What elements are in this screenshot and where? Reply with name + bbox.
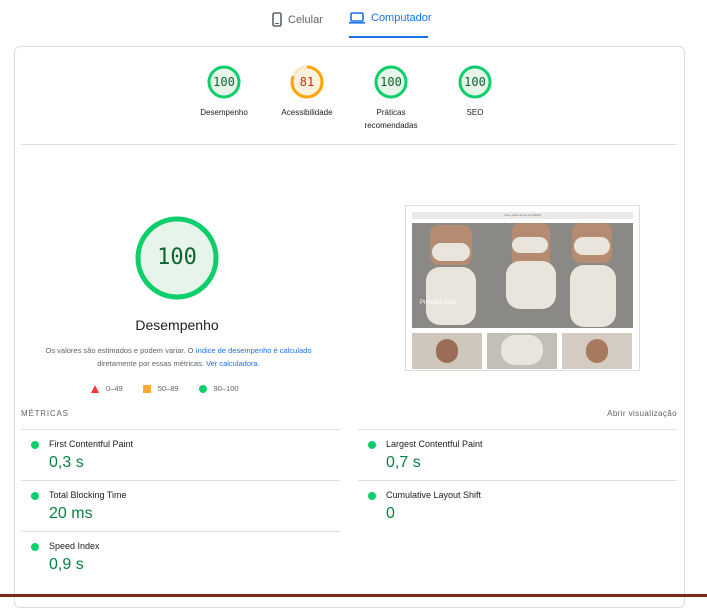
gauge-score: 100 — [213, 75, 235, 89]
gauge-desempenho[interactable]: 100 Desempenho — [184, 65, 264, 119]
legend-item-good: 90–100 — [198, 384, 239, 393]
tab-computador-label: Computador — [371, 12, 432, 24]
product-thumbnail — [487, 333, 557, 369]
metric-name: Speed Index — [49, 541, 100, 551]
performance-title: Desempenho — [135, 317, 219, 333]
legend-range: 0–49 — [106, 384, 123, 393]
tab-celular-label: Celular — [288, 13, 323, 26]
good-circle-icon — [368, 441, 376, 449]
good-circle-icon — [31, 441, 39, 449]
legend-range: 50–89 — [157, 384, 179, 393]
gauge-label: Desempenho — [200, 108, 248, 117]
metric-cls[interactable]: Cumulative Layout Shift 0 — [358, 480, 677, 531]
expand-view-button[interactable]: Abrir visualização — [607, 409, 677, 418]
product-thumbnail — [412, 333, 482, 369]
laptop-icon — [349, 12, 365, 24]
active-tab-indicator — [349, 36, 428, 38]
gauge-praticas-recomendadas[interactable]: 100 Práticas recomendadas — [351, 65, 431, 132]
gauge-score: 100 — [380, 75, 402, 89]
smartphone-icon — [272, 12, 282, 27]
metric-value: 20 ms — [49, 505, 93, 522]
metric-value: 0,9 s — [49, 556, 84, 573]
metric-fcp[interactable]: First Contentful Paint 0,3 s — [21, 429, 340, 480]
banner-text: frete grátis acima de R$299 — [504, 213, 541, 217]
legend-item-average: 50–89 — [142, 384, 179, 393]
performance-score-link[interactable]: índice de desempenho é calculado — [196, 346, 312, 355]
divider — [21, 144, 677, 145]
triangle-icon — [91, 384, 99, 393]
metric-name: Cumulative Layout Shift — [386, 490, 482, 500]
device-tabs: Celular Computador — [0, 0, 707, 40]
score-legend: 0–49 50–89 90–100 — [91, 384, 239, 393]
metric-name: First Contentful Paint — [49, 439, 134, 449]
gauge-score: 100 — [464, 75, 486, 89]
category-gauges: 100 Desempenho 81 Acessibilidade 100 Prá… — [15, 65, 684, 145]
tab-celular[interactable]: Celular — [272, 12, 323, 27]
screenshot-hero: Primeira drop — [412, 223, 633, 328]
gauge-label: Acessibilidade — [281, 108, 333, 117]
tab-computador[interactable]: Computador — [349, 12, 432, 24]
page-screenshot[interactable]: frete grátis acima de R$299 Primeira dro… — [405, 205, 640, 371]
metric-value: 0,7 s — [386, 454, 421, 471]
performance-score: 100 — [157, 245, 197, 270]
circle-icon — [198, 384, 207, 393]
performance-description: Os valores são estimados e podem variar.… — [41, 344, 316, 370]
desc-text: diretamente por essas métricas. — [97, 359, 206, 368]
legend-range: 90–100 — [213, 384, 239, 393]
metric-name: Largest Contentful Paint — [386, 439, 483, 449]
legend-item-poor: 0–49 — [91, 384, 123, 393]
good-circle-icon — [368, 492, 376, 500]
metric-si[interactable]: Speed Index 0,9 s — [21, 531, 340, 582]
gauge-label: Práticas recomendadas — [364, 108, 418, 130]
metrics-header: MÉTRICAS Abrir visualização — [21, 409, 677, 418]
gauge-acessibilidade[interactable]: 81 Acessibilidade — [267, 65, 347, 119]
gauge-seo[interactable]: 100 SEO — [435, 65, 515, 119]
square-icon — [142, 384, 151, 393]
calculator-link[interactable]: Ver calculadora. — [206, 359, 260, 368]
metric-tbt[interactable]: Total Blocking Time 20 ms — [21, 480, 340, 531]
report-card: 100 Desempenho 81 Acessibilidade 100 Prá… — [14, 46, 685, 608]
metric-name: Total Blocking Time — [49, 490, 127, 500]
hero-caption: Primeira drop — [420, 300, 457, 306]
metric-value: 0 — [386, 505, 395, 522]
good-circle-icon — [31, 492, 39, 500]
desc-text: Os valores são estimados e podem variar.… — [45, 346, 196, 355]
product-thumbnail — [562, 333, 632, 369]
gauge-label: SEO — [466, 108, 484, 117]
metric-value: 0,3 s — [49, 454, 84, 471]
gauge-score: 81 — [299, 75, 315, 89]
metric-lcp[interactable]: Largest Contentful Paint 0,7 s — [358, 429, 677, 480]
metrics-title: MÉTRICAS — [21, 409, 69, 418]
good-circle-icon — [31, 543, 39, 551]
screenshot-banner: frete grátis acima de R$299 — [412, 212, 633, 219]
